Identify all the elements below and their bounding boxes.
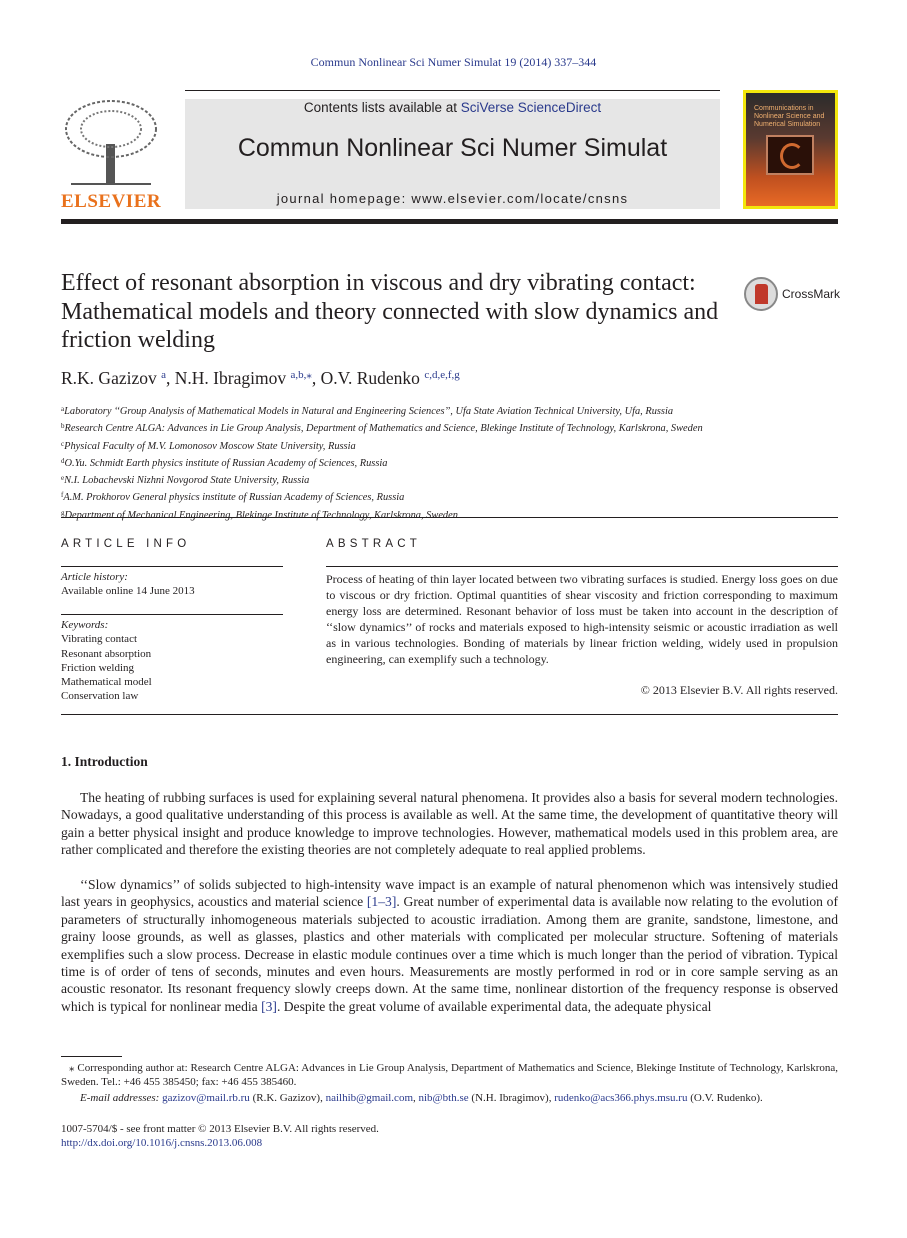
divider [61,517,838,518]
text: . Despite the great volume of available … [276,998,712,1014]
text: (R.K. Gazizov), [249,1092,326,1104]
article-title: Effect of resonant absorption in viscous… [61,270,719,353]
history-label: Article history: [61,571,128,583]
keywords-label: Keywords: [61,619,109,631]
doi-link-text[interactable]: http://dx.doi.org/10.1016/j.cnsns.2013.0… [61,1137,262,1149]
divider [61,614,283,615]
keyword: Mathematical model [61,676,152,689]
cover-art [766,135,814,175]
affiliations: aLaboratory ‘‘Group Analysis of Mathemat… [61,402,703,523]
email-addresses: E-mail addresses: gazizov@mail.rb.ru (R.… [61,1091,838,1105]
abstract-copyright: © 2013 Elsevier B.V. All rights reserved… [640,683,838,697]
journal-homepage[interactable]: journal homepage: www.elsevier.com/locat… [185,191,720,206]
affiliation: gDepartment of Mechanical Engineering, B… [61,506,703,523]
affiliation-text: O.Yu. Schmidt Earth physics institute of… [64,457,388,469]
affiliation-text: Physical Faculty of M.V. Lomonosov Mosco… [64,440,356,452]
divider [185,90,720,91]
journal-cover-image: Communications in Nonlinear Science and … [743,90,838,209]
cover-text: Communications in Nonlinear Science and … [754,105,825,128]
text: (O.V. Rudenko). [687,1092,763,1104]
corresponding-author-note: ⁎ Corresponding author at: Research Cent… [61,1062,838,1089]
contents-prefix: Contents lists available at [303,100,461,115]
crossmark-icon [744,277,778,311]
text: . Great number of experimental data is a… [61,894,838,1014]
affiliation-text: Department of Mechanical Engineering, Bl… [64,509,458,521]
affiliation: fA.M. Prokhorov General physics institut… [61,488,703,505]
author-affiliation-link[interactable]: c,d,e,f,g [424,369,459,381]
keywords: Keywords: Vibrating contact Resonant abs… [61,618,152,704]
email-link[interactable]: rudenko@acs366.phys.msu.ru [554,1092,687,1104]
keyword: Friction welding [61,661,135,674]
history-value: Available online 14 June 2013 [61,585,195,598]
reference-link[interactable]: [3] [261,999,277,1014]
email-link[interactable]: nailhib@gmail.com [326,1092,413,1104]
tree-icon [65,100,157,185]
footnote-rule [61,1056,122,1057]
article-info-heading: ARTICLE INFO [61,538,191,550]
divider [61,714,838,715]
author: N.H. Ibragimov [174,368,287,388]
doi-link[interactable]: http://dx.doi.org/10.1016/j.cnsns.2013.0… [61,1136,838,1150]
affiliation: bResearch Centre ALGA: Advances in Lie G… [61,419,703,436]
crossmark-label: CrossMark [782,287,841,301]
header-rule [61,219,838,224]
affiliation: eN.I. Lobachevski Nizhni Novgorod State … [61,471,703,488]
issn-line: 1007-5704/$ - see front matter © 2013 El… [61,1123,379,1135]
affiliation: dO.Yu. Schmidt Earth physics institute o… [61,454,703,471]
keyword: Conservation law [61,690,139,703]
journal-title: Commun Nonlinear Sci Numer Simulat [237,134,668,162]
sciencedirect-link[interactable]: SciVerse ScienceDirect [461,100,601,115]
abstract-text: Process of heating of thin layer located… [326,572,838,666]
journal-citation[interactable]: Commun Nonlinear Sci Numer Simulat 19 (2… [0,55,907,70]
section-heading: 1. Introduction [61,754,148,769]
reference-link[interactable]: [1–3] [367,894,396,909]
abstract-heading: ABSTRACT [326,538,421,550]
email-link[interactable]: nib@bth.se [419,1092,469,1104]
divider [326,566,838,567]
elsevier-wordmark: ELSEVIER [61,191,162,212]
article-history: Article history: Available online 14 Jun… [61,570,195,599]
author: R.K. Gazizov [61,368,157,388]
keyword: Vibrating contact [61,633,138,646]
paragraph: The heating of rubbing surfaces is used … [61,790,838,858]
affiliation-text: Laboratory ‘‘Group Analysis of Mathemati… [64,406,674,417]
paragraph: ‘‘Slow dynamics’’ of solids subjected to… [61,876,838,1015]
keyword: Resonant absorption [61,647,152,660]
affiliation-text: A.M. Prokhorov General physics institute… [63,492,405,504]
affiliation-text: Research Centre ALGA: Advances in Lie Gr… [64,423,703,435]
email-label: E-mail addresses: [80,1092,160,1104]
author-list: R.K. Gazizov a, N.H. Ibragimov a,b,⁎, O.… [61,368,460,388]
email-link[interactable]: gazizov@mail.rb.ru [162,1092,250,1104]
author-affiliation-link[interactable]: a,b,⁎ [290,369,311,381]
crossmark-button[interactable]: CrossMark [744,277,840,311]
affiliation: cPhysical Faculty of M.V. Lomonosov Mosc… [61,437,703,454]
author-affiliation-link[interactable]: a [161,369,166,381]
divider [61,566,283,567]
journal-banner: Contents lists available at SciVerse Sci… [185,99,720,209]
text: (N.H. Ibragimov), [468,1092,555,1104]
author: O.V. Rudenko [320,368,420,388]
affiliation: aLaboratory ‘‘Group Analysis of Mathemat… [61,402,703,419]
contents-line: Contents lists available at SciVerse Sci… [185,100,720,115]
affiliation-text: N.I. Lobachevski Nizhni Novgorod State U… [64,475,310,487]
elsevier-logo: ELSEVIER [61,99,162,212]
